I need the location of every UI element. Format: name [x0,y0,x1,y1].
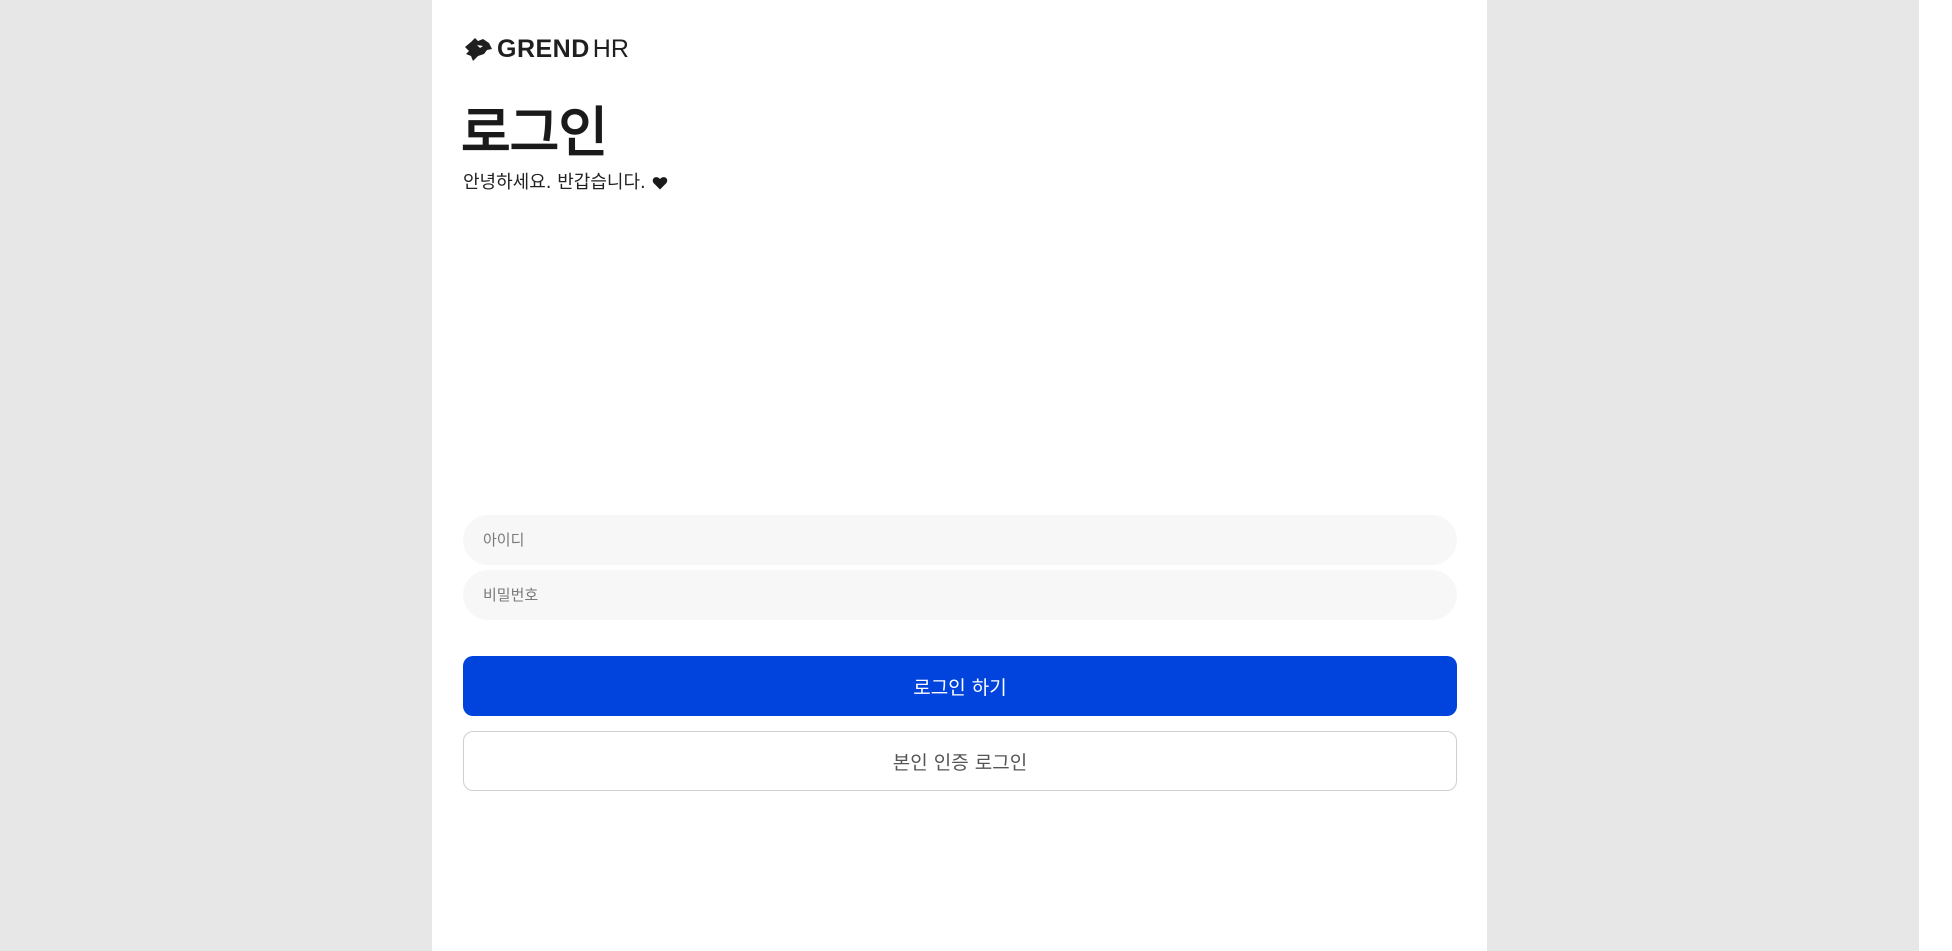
heart-icon [652,177,668,190]
password-input[interactable] [463,570,1457,620]
greeting-text: 안녕하세요. 반갑습니다. [463,172,646,193]
login-button[interactable]: 로그인 하기 [463,656,1457,716]
brand-logo: GREND HR [463,34,629,64]
page-title: 로그인 [461,101,608,164]
brand-name: GREND [497,35,590,63]
identity-verification-login-button[interactable]: 본인 인증 로그인 [463,731,1457,791]
login-panel: GREND HR 로그인 안녕하세요. 반갑습니다. 로그인 하기 본인 인증 … [432,0,1487,951]
greeting: 안녕하세요. 반갑습니다. [463,170,668,196]
page-background: GREND HR 로그인 안녕하세요. 반갑습니다. 로그인 하기 본인 인증 … [0,0,1919,951]
brand-suffix: HR [592,35,629,63]
panther-head-icon [465,38,492,61]
username-input[interactable] [463,515,1457,565]
